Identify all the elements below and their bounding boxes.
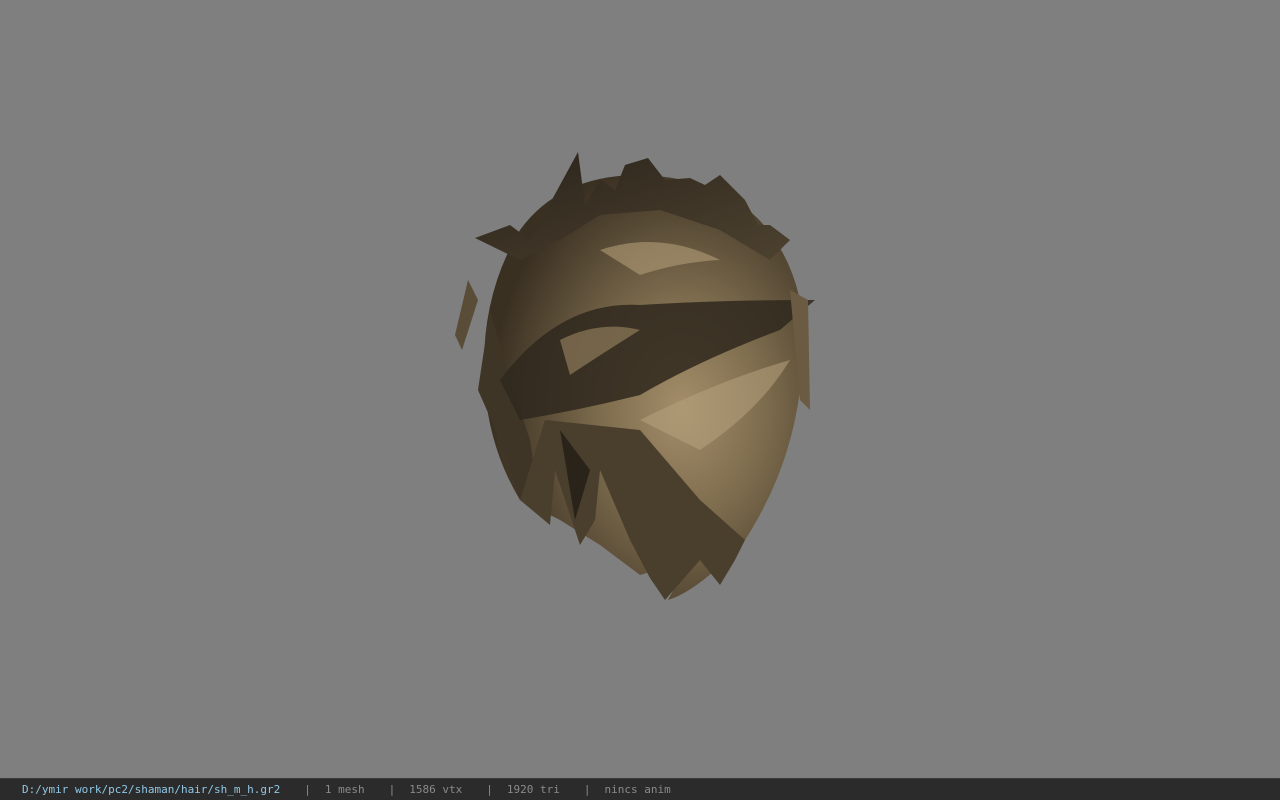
3d-viewport[interactable]	[0, 0, 1280, 778]
status-separator: |	[486, 783, 493, 796]
status-separator: |	[304, 783, 311, 796]
mesh-count: 1 mesh	[324, 783, 365, 796]
hair-left-strand	[455, 280, 478, 350]
triangle-count: 1920 tri	[506, 783, 560, 796]
file-path: D:/ymir work/pc2/shaman/hair/sh_m_h.gr2	[22, 783, 281, 796]
status-bar: D:/ymir work/pc2/shaman/hair/sh_m_h.gr2 …	[0, 778, 1280, 800]
status-separator: |	[388, 783, 396, 796]
anim-info: nincs anim	[604, 783, 671, 796]
hair-mesh-model[interactable]	[0, 0, 1280, 778]
status-separator: |	[583, 783, 591, 796]
vertex-count: 1586 vtx	[409, 783, 463, 796]
